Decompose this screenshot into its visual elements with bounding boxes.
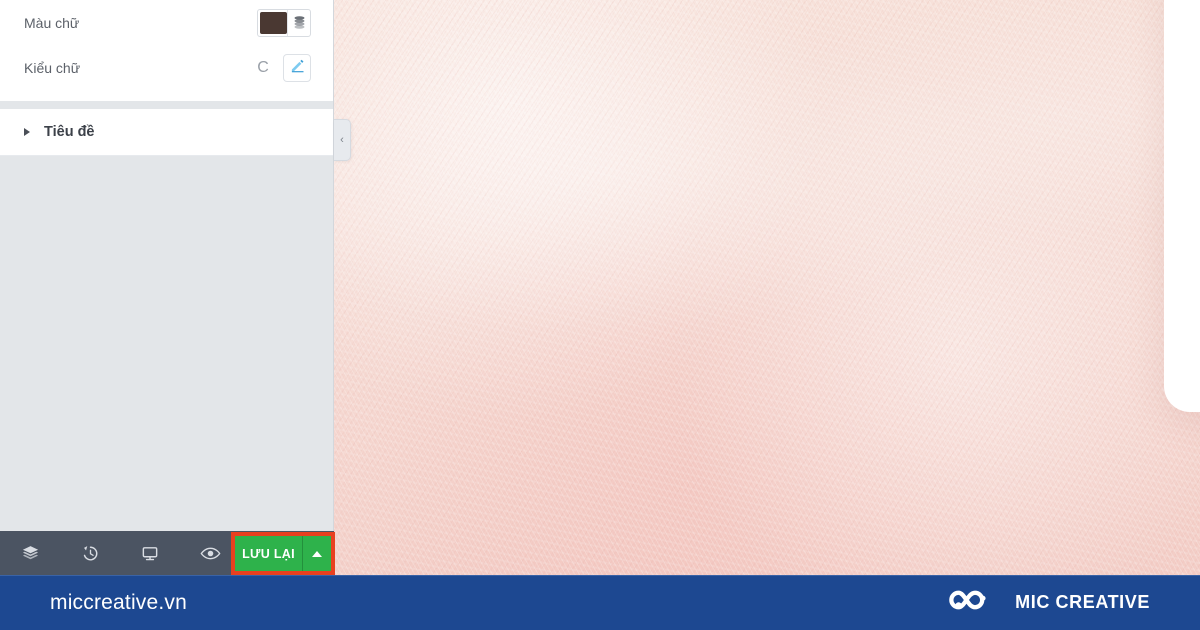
font-color-picker[interactable] (257, 8, 311, 37)
spacer (0, 90, 333, 101)
stack-icon[interactable] (288, 15, 310, 31)
property-label: Kiểu chữ (24, 59, 81, 76)
layers-icon[interactable] (0, 531, 60, 575)
edit-font-style-button[interactable] (283, 53, 311, 82)
property-controls (257, 8, 311, 37)
save-dropdown-button[interactable] (303, 536, 331, 571)
biopage-preview-card: ABOUT ME PORTFOLIO WEBSITE CONTACT © Bio… (1164, 0, 1200, 412)
footer-brand-name: MIC CREATIVE (1015, 592, 1150, 612)
section-title: Tiêu đề (44, 124, 95, 140)
sidebar-collapse-handle[interactable]: ‹ (334, 119, 351, 161)
save-button-highlight: LƯU LẠI (231, 532, 335, 575)
footer-banner: miccreative.vn MIC CREATIVE (0, 575, 1200, 630)
caret-right-icon (24, 128, 30, 136)
save-button[interactable]: LƯU LẠI (235, 536, 302, 571)
property-row-font-style[interactable]: Kiểu chữ C (0, 45, 333, 90)
section-header-tieu-de[interactable]: Tiêu đề (0, 109, 333, 156)
infinity-loop-logo (947, 585, 1001, 620)
property-row-font-color[interactable]: Màu chữ (0, 0, 333, 45)
screenshot-root: ABOUT ME PORTFOLIO WEBSITE CONTACT © Bio… (0, 0, 1200, 630)
history-icon[interactable] (60, 531, 120, 575)
property-controls: C (255, 53, 311, 82)
settings-sidebar: Màu chữ Kiểu chữ C Tiêu đề (0, 0, 334, 531)
chevron-left-icon: ‹ (340, 133, 344, 146)
pencil-icon (290, 58, 305, 78)
footer-brand: MIC CREATIVE (947, 585, 1150, 620)
caret-up-icon (312, 550, 322, 557)
font-color-swatch[interactable] (260, 11, 287, 34)
typography-property-group: Màu chữ Kiểu chữ C (0, 0, 333, 101)
preview-canvas[interactable]: ABOUT ME PORTFOLIO WEBSITE CONTACT © Bio… (334, 0, 1200, 575)
section-divider (0, 101, 333, 109)
device-preview-icon[interactable] (120, 531, 180, 575)
footer-website: miccreative.vn (50, 590, 188, 614)
property-label: Màu chữ (24, 14, 80, 31)
divider (0, 575, 1200, 576)
reset-icon[interactable]: C (255, 59, 271, 77)
